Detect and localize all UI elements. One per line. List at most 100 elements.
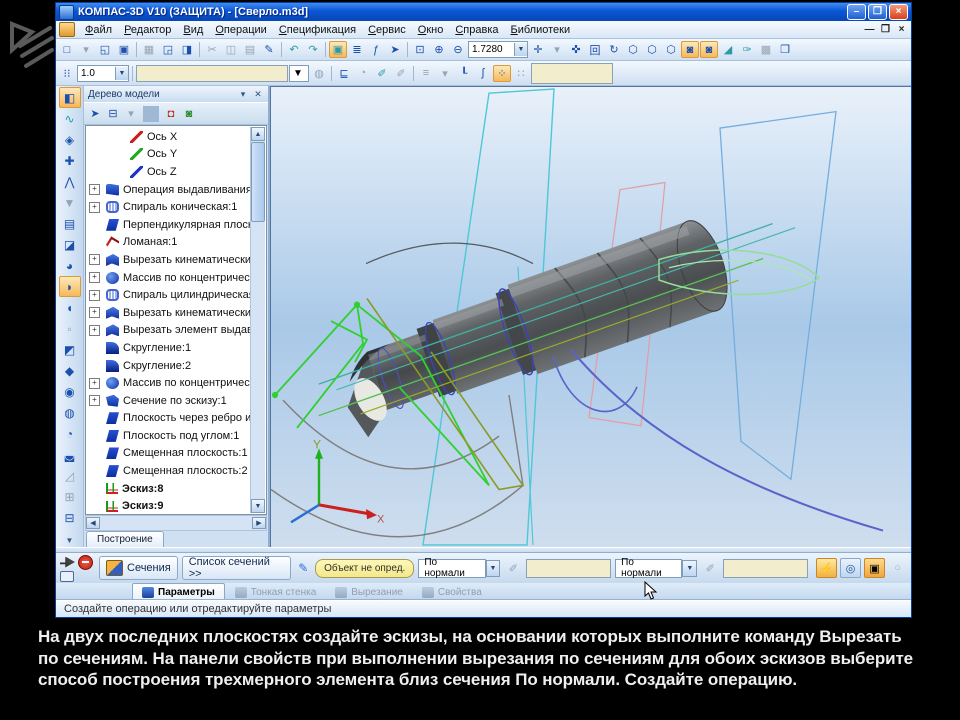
- tree-item[interactable]: + Вырезать элемент выдавл: [86, 322, 250, 340]
- chevron-down-icon[interactable]: ▼: [289, 64, 309, 82]
- functions-icon[interactable]: ƒ: [367, 41, 385, 58]
- scroll-thumb[interactable]: [251, 142, 265, 222]
- tree-horizontal-scrollbar[interactable]: ◀ ▶: [85, 515, 267, 531]
- menu-item[interactable]: Окно: [412, 23, 450, 37]
- menu-item[interactable]: Вид: [177, 23, 209, 37]
- sketch-mode-icon[interactable]: ⁘: [493, 64, 511, 82]
- tree-component-icon[interactable]: ◘: [163, 106, 179, 122]
- chevron-down-icon[interactable]: ▼: [66, 536, 74, 545]
- zoom-in-icon[interactable]: ⊕: [430, 41, 448, 58]
- rotate-frame-icon[interactable]: 回: [586, 41, 604, 58]
- expand-icon[interactable]: +: [89, 307, 100, 319]
- node-icon[interactable]: ┖: [455, 65, 473, 82]
- viewport-3d[interactable]: Y X: [270, 86, 911, 547]
- tree-item[interactable]: Перпендикулярная плоско: [86, 216, 250, 234]
- minimize-button[interactable]: –: [847, 4, 866, 20]
- auto-create-icon[interactable]: ⚡: [816, 558, 838, 578]
- chevron-down-icon[interactable]: ▼: [514, 43, 527, 56]
- sep[interactable]: [331, 65, 332, 81]
- line-style-dropdown-icon[interactable]: ▾: [436, 65, 454, 82]
- fillet-icon[interactable]: ◉: [59, 381, 81, 402]
- remember-state-icon[interactable]: ◎: [840, 558, 862, 578]
- tree-vertical-scrollbar[interactable]: ▲ ▼: [250, 127, 265, 513]
- new-document-icon[interactable]: □: [58, 41, 76, 58]
- tree-item[interactable]: + Спираль коническая:1: [86, 198, 250, 216]
- normal-mode-combo-2[interactable]: По нормали: [615, 557, 683, 579]
- sketch-field-1[interactable]: [526, 558, 612, 578]
- state-combo[interactable]: [136, 64, 288, 82]
- tree-structure-icon[interactable]: ⊟: [105, 106, 121, 122]
- expand-icon[interactable]: +: [89, 324, 100, 336]
- scroll-up-icon[interactable]: ▲: [251, 127, 265, 141]
- loft-icon[interactable]: ◖: [59, 297, 81, 318]
- expand-icon[interactable]: +: [89, 254, 100, 266]
- layer-state-icon[interactable]: ◔: [354, 65, 372, 82]
- new-dropdown-icon[interactable]: ▾: [77, 41, 95, 58]
- tree-item[interactable]: + Вырезать кинематический: [86, 304, 250, 322]
- aux-geometry-icon[interactable]: ✚: [59, 150, 81, 171]
- array-icon[interactable]: ⊞: [59, 486, 81, 507]
- tree-structure-dropdown-icon[interactable]: ▾: [123, 106, 139, 122]
- sep[interactable]: [136, 42, 137, 57]
- scroll-down-icon[interactable]: ▼: [251, 499, 265, 513]
- rib-icon[interactable]: ◔: [59, 423, 81, 444]
- simplify-icon[interactable]: ▩: [757, 41, 775, 58]
- save-icon[interactable]: ▣: [115, 41, 133, 58]
- ortho-icon[interactable]: ∷: [512, 65, 530, 82]
- sep[interactable]: [325, 42, 326, 57]
- expand-icon[interactable]: +: [89, 272, 100, 284]
- tree-item[interactable]: + Вырезать кинематический: [86, 251, 250, 269]
- tree-item[interactable]: Скругление:2: [86, 357, 250, 375]
- sections-button[interactable]: Сечения: [99, 556, 178, 580]
- tab-build[interactable]: Построение: [86, 531, 164, 547]
- spec-icon[interactable]: ▤: [59, 213, 81, 234]
- perspective-icon[interactable]: ◢: [719, 41, 737, 58]
- sep[interactable]: [407, 42, 408, 57]
- tree-item[interactable]: Ломаная:1: [86, 234, 250, 252]
- create-object-button[interactable]: [60, 556, 75, 568]
- menu-item[interactable]: Файл: [79, 23, 118, 37]
- revolve-icon[interactable]: ◕: [59, 255, 81, 276]
- pan-icon[interactable]: ✛: [529, 41, 547, 58]
- expand-icon[interactable]: +: [89, 184, 100, 196]
- extrude-icon[interactable]: ◪: [59, 234, 81, 255]
- copy-properties-icon[interactable]: ✎: [260, 41, 278, 58]
- pencil-icon[interactable]: ✎: [295, 560, 311, 576]
- layers-icon[interactable]: ⊑: [335, 65, 353, 82]
- expand-icon[interactable]: +: [89, 289, 100, 301]
- tree-item[interactable]: Эскиз:8: [86, 480, 250, 498]
- expand-icon[interactable]: +: [89, 201, 100, 213]
- surfaces-icon[interactable]: ◈: [59, 129, 81, 150]
- new-window-icon[interactable]: ❒: [776, 41, 794, 58]
- menu-item[interactable]: Редактор: [118, 23, 177, 37]
- pin-icon[interactable]: ▾: [237, 89, 249, 100]
- sections-list-button[interactable]: Список сечений >>: [181, 556, 292, 580]
- shaded-view-icon[interactable]: ◙: [681, 41, 699, 58]
- snap-icon[interactable]: ◍: [310, 65, 328, 82]
- tree-item[interactable]: + Операция выдавливания:1: [86, 181, 250, 199]
- cut-extrude-icon[interactable]: ◩: [59, 339, 81, 360]
- open-icon[interactable]: ◱: [96, 41, 114, 58]
- shaded-edges-view-icon[interactable]: ◙: [700, 41, 718, 58]
- detail-icon[interactable]: ▫: [59, 318, 81, 339]
- chevron-down-icon[interactable]: ▼: [115, 66, 128, 80]
- tree-item[interactable]: Ось Y: [86, 146, 250, 164]
- kinematic-icon[interactable]: ◗: [58, 276, 81, 297]
- copy-icon[interactable]: ◫: [222, 41, 240, 58]
- tree-item[interactable]: Скругление:1: [86, 339, 250, 357]
- sep[interactable]: [143, 105, 159, 122]
- close-icon[interactable]: ✕: [252, 89, 264, 100]
- edit-part-icon[interactable]: ◧: [58, 87, 81, 108]
- tree-item[interactable]: Эскиз:9: [86, 497, 250, 514]
- tree-item[interactable]: Плоскость под углом:1: [86, 427, 250, 445]
- tree-item[interactable]: + Спираль цилиндрическая:1: [86, 286, 250, 304]
- current-step-icon[interactable]: ⁝⁝: [58, 65, 76, 82]
- expand-icon[interactable]: +: [89, 395, 100, 407]
- menu-item[interactable]: Справка: [449, 23, 504, 37]
- pencil-2-icon[interactable]: ✐: [392, 65, 410, 82]
- move-view-icon[interactable]: ✜: [567, 41, 585, 58]
- zoom-out-icon[interactable]: ⊖: [449, 41, 467, 58]
- tree-item[interactable]: Ось X: [86, 128, 250, 146]
- slope-icon[interactable]: ◿: [59, 465, 81, 486]
- tree-item[interactable]: Плоскость через ребро и в: [86, 410, 250, 428]
